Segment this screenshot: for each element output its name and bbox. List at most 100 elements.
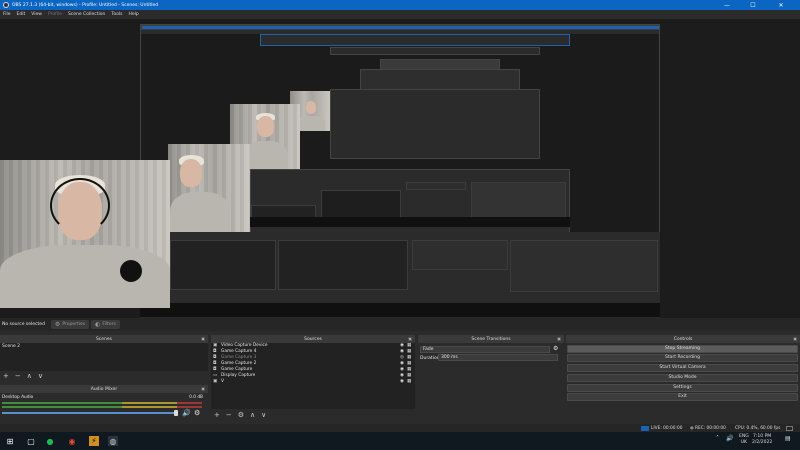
camera-feed-main — [0, 160, 170, 308]
audio-track: Desktop Audio 0.0 dB 🔊 ⚙ — [0, 393, 208, 423]
exit-button[interactable]: Exit — [567, 393, 798, 401]
audio-track-name: Desktop Audio — [2, 395, 34, 400]
move-source-down-button[interactable]: ∨ — [261, 411, 266, 419]
nested-taskbar-level-2 — [140, 303, 660, 317]
nested-taskbar-level-3 — [230, 217, 570, 227]
remove-scene-button[interactable]: − — [15, 372, 21, 380]
controls-title: Controls ▣ — [566, 335, 800, 343]
audio-meter-red — [177, 402, 202, 404]
notifications-icon[interactable]: ▤ — [785, 436, 791, 442]
preview-canvas[interactable] — [0, 19, 800, 318]
nested-obs-ui-level-3 — [250, 169, 570, 239]
duration-field[interactable]: 300 ms — [438, 354, 558, 361]
audio-meter-green — [2, 402, 122, 404]
move-source-up-button[interactable]: ∧ — [250, 411, 255, 419]
audio-meter-yellow — [122, 406, 177, 408]
undock-icon[interactable]: ▣ — [201, 336, 205, 341]
close-button[interactable]: ✕ — [770, 0, 792, 10]
window-title: OBS 27.1.3 (64-bit, windows) - Profile: … — [12, 2, 159, 8]
scenes-title: Scenes ▣ — [0, 335, 208, 343]
spotify-icon[interactable]: ● — [45, 436, 55, 446]
audio-meter-yellow — [122, 402, 177, 404]
properties-label: Properties — [62, 322, 86, 327]
undock-icon[interactable]: ▣ — [408, 336, 412, 341]
menu-scene-collection[interactable]: Scene Collection — [68, 12, 105, 17]
cpu-fps-label: CPU: 0.4%, 60.00 fps — [735, 425, 781, 431]
remove-source-button[interactable]: − — [226, 411, 232, 419]
start-virtual-camera-button[interactable]: Start Virtual Camera — [567, 364, 798, 372]
menu-profile[interactable]: Profile — [48, 12, 62, 17]
maximize-button[interactable]: ☐ — [742, 0, 764, 10]
task-view-icon[interactable]: ▢ — [26, 436, 36, 446]
start-recording-button[interactable]: Start Recording — [567, 354, 798, 362]
menu-file[interactable]: File — [3, 12, 11, 17]
add-scene-button[interactable]: + — [3, 372, 9, 380]
menu-view[interactable]: View — [31, 12, 42, 17]
region-code: UK — [740, 440, 747, 445]
audio-meter-red — [177, 406, 202, 408]
nested-screen-deep-2 — [330, 47, 540, 55]
sources-panel: Sources ▣ ▣ Video Capture Device ◉ ▦ ◘ G… — [211, 335, 415, 423]
obs-taskbar-icon[interactable]: ◍ — [108, 436, 118, 446]
windows-taskbar: ⊞ ▢ ● ◉ ⚡ ◍ ˄ 🔊 ENG UK 7:10 PM 2/2/2022 … — [0, 432, 800, 450]
volume-slider-handle[interactable] — [174, 410, 178, 416]
move-scene-down-button[interactable]: ∨ — [38, 372, 43, 380]
studio-mode-button[interactable]: Studio Mode — [567, 374, 798, 382]
audio-mixer-title: Audio Mixer ▣ — [0, 385, 208, 393]
source-toolbar: No source selected ⚙ Properties ◐ Filter… — [0, 318, 800, 331]
clock-date: 2/2/2022 — [752, 440, 773, 445]
obs-logo-icon — [3, 2, 9, 8]
add-source-button[interactable]: + — [214, 411, 220, 419]
record-icon: ● — [690, 425, 694, 431]
filters-label: Filters — [102, 322, 116, 327]
source-item[interactable]: ▣ V ◉ ▦ — [211, 379, 415, 385]
stop-streaming-button[interactable]: Stop Streaming — [567, 345, 798, 353]
speaker-tray-icon[interactable]: 🔊 — [726, 436, 733, 442]
audio-meter-green — [2, 406, 122, 408]
nested-screen-deep-5 — [330, 89, 540, 159]
gear-icon[interactable]: ⚙ — [194, 409, 200, 417]
filters-button[interactable]: ◐ Filters — [91, 320, 120, 329]
move-scene-up-button[interactable]: ∧ — [27, 372, 32, 380]
windows-start-icon[interactable]: ⊞ — [5, 436, 15, 446]
clock[interactable]: 7:10 PM 2/2/2022 — [752, 434, 772, 446]
app-icon[interactable]: ⚡ — [89, 436, 99, 446]
rec-timer: REC: 00:00:00 — [695, 425, 726, 431]
audio-mixer-panel: Audio Mixer ▣ Desktop Audio 0.0 dB 🔊 ⚙ — [0, 385, 208, 423]
scene-item[interactable]: Scene 2 — [0, 343, 208, 350]
tray-chevron-icon[interactable]: ˄ — [716, 436, 719, 442]
undock-icon[interactable]: ▣ — [793, 336, 797, 341]
lock-icon[interactable]: ▦ — [407, 379, 415, 385]
nested-screen-deep-1 — [260, 34, 570, 46]
gear-icon: ⚙ — [54, 321, 61, 328]
transition-settings-icon[interactable]: ⚙ — [553, 345, 558, 352]
undock-icon[interactable]: ▣ — [557, 336, 561, 341]
menu-help[interactable]: Help — [128, 12, 138, 17]
scene-transitions-title: Scene Transitions ▣ — [418, 335, 564, 343]
menu-edit[interactable]: Edit — [17, 12, 26, 17]
settings-button[interactable]: Settings — [567, 384, 798, 392]
speaker-icon[interactable]: 🔊 — [182, 409, 191, 417]
source-properties-button[interactable]: ⚙ — [238, 411, 244, 419]
stream-status-icon — [641, 425, 649, 431]
volume-slider[interactable] — [2, 412, 178, 414]
transition-select[interactable]: Fade — [420, 346, 550, 353]
menu-tools[interactable]: Tools — [111, 12, 122, 17]
audio-level-label: 0.0 dB — [189, 395, 203, 400]
sources-title: Sources ▣ — [211, 335, 415, 343]
language-indicator[interactable]: ENG UK — [739, 434, 749, 446]
camera-feed-level-3 — [168, 144, 250, 239]
status-bar: LIVE: 00:00:00 ● REC: 00:00:00 CPU: 0.4%… — [0, 424, 800, 432]
camera-icon: ▣ — [213, 379, 218, 384]
live-timer: LIVE: 00:00:00 — [651, 425, 683, 431]
minimize-button[interactable]: — — [716, 0, 738, 10]
eye-icon[interactable]: ◉ — [400, 379, 407, 385]
scenes-list: Scene 2 — [0, 343, 208, 371]
undock-icon[interactable]: ▣ — [201, 386, 205, 391]
no-source-label: No source selected — [2, 322, 45, 327]
window-titlebar: OBS 27.1.3 (64-bit, windows) - Profile: … — [0, 0, 800, 10]
chrome-icon[interactable]: ◉ — [67, 436, 77, 446]
properties-button[interactable]: ⚙ Properties — [50, 320, 90, 329]
scenes-toolbar: + − ∧ ∨ — [0, 371, 208, 380]
filter-icon: ◐ — [95, 321, 101, 328]
